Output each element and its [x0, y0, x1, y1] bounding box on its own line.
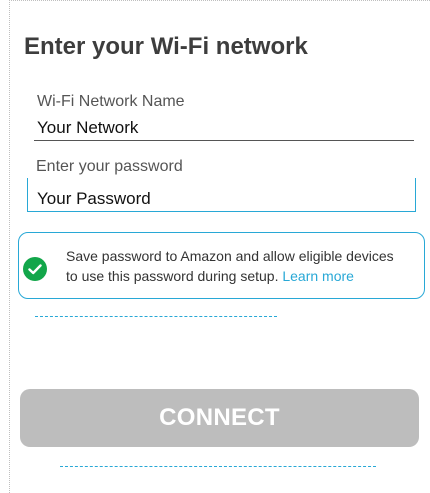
- divider-dashed-bottom: [60, 466, 376, 467]
- network-name-label: Wi-Fi Network Name: [37, 93, 185, 110]
- connect-button[interactable]: CONNECT: [20, 389, 419, 447]
- learn-more-link[interactable]: Learn more: [282, 268, 354, 284]
- checkmark-icon: [28, 263, 42, 274]
- page-title: Enter your Wi-Fi network: [24, 33, 308, 60]
- password-input[interactable]: Your Password: [37, 189, 151, 209]
- save-password-text: Save password to Amazon and allow eligib…: [66, 246, 406, 286]
- network-name-input[interactable]: Your Network: [37, 118, 138, 138]
- password-label: Enter your password: [36, 158, 183, 175]
- check-circle-icon[interactable]: [23, 257, 47, 281]
- divider-dashed: [35, 316, 277, 317]
- network-name-underline: [34, 140, 414, 141]
